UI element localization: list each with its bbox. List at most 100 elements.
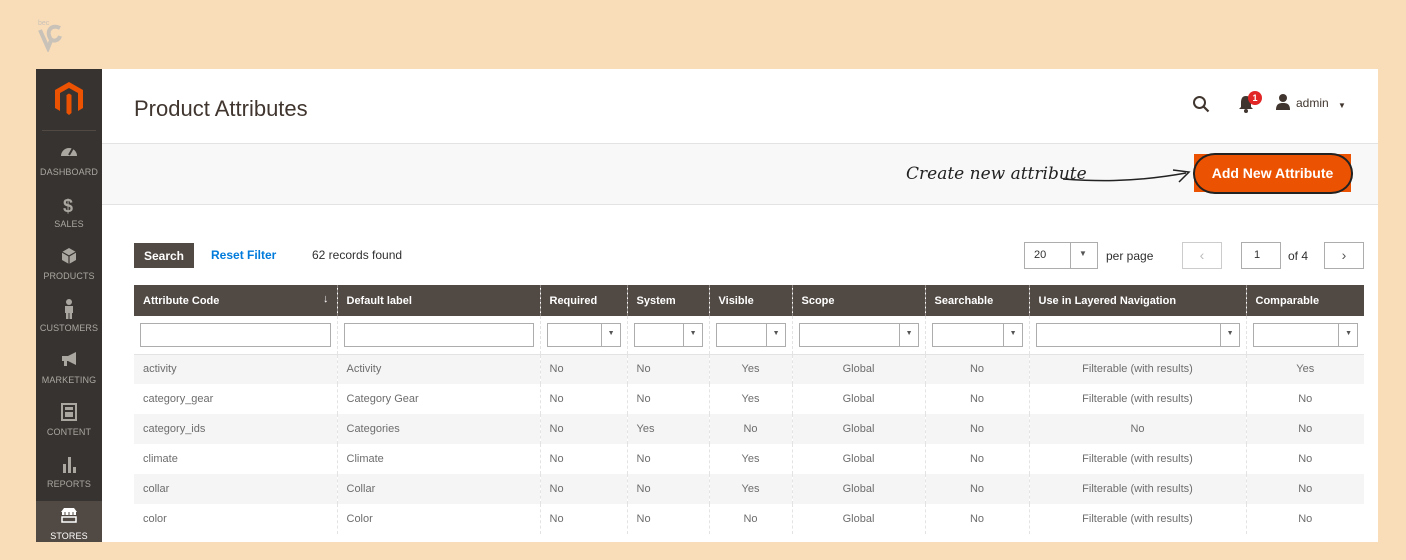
cell-scope: Global — [792, 504, 926, 534]
column-header-attribute-code[interactable]: Attribute Code ↓ — [134, 285, 338, 316]
sidebar-item-stores[interactable]: STORES — [36, 501, 102, 542]
chevron-down-icon[interactable]: ▼ — [1338, 101, 1346, 110]
column-header-system[interactable]: System — [627, 285, 710, 316]
svg-text:bec: bec — [38, 20, 50, 27]
table-row[interactable]: climate Climate No No Yes Global No Filt… — [134, 444, 1364, 474]
chevron-down-icon[interactable]: ▼ — [1079, 249, 1087, 258]
cell-comparable: No — [1246, 414, 1364, 444]
cell-default-label: Activity — [337, 354, 541, 384]
sidebar-item-dashboard[interactable]: DASHBOARD — [36, 137, 102, 189]
filter-system-select[interactable]: ▼ — [633, 322, 703, 347]
sidebar-item-products[interactable]: PRODUCTS — [36, 241, 102, 293]
column-header-default-label[interactable]: Default label — [337, 285, 541, 316]
filter-comparable-select[interactable]: ▼ — [1252, 322, 1358, 347]
filter-required-select[interactable]: ▼ — [546, 322, 621, 347]
chevron-down-icon: ▼ — [1009, 329, 1017, 337]
cell-required: No — [540, 444, 628, 474]
page-number-input[interactable]: 1 — [1241, 242, 1281, 269]
column-header-required[interactable]: Required — [540, 285, 628, 316]
filter-default-label-input[interactable] — [343, 322, 534, 347]
sidebar-item-customers[interactable]: CUSTOMERS — [36, 293, 102, 345]
cell-default-label: Categories — [337, 414, 541, 444]
cell-visible: No — [709, 414, 793, 444]
cell-required: No — [540, 384, 628, 414]
cell-required: No — [540, 414, 628, 444]
cell-scope: Global — [792, 474, 926, 504]
search-icon[interactable] — [1192, 95, 1210, 113]
cell-scope: Global — [792, 384, 926, 414]
search-button[interactable]: Search — [134, 243, 194, 268]
sidebar-item-label: DASHBOARD — [40, 167, 98, 177]
cell-system: No — [627, 504, 710, 534]
table-row[interactable]: collar Collar No No Yes Global No Filter… — [134, 474, 1364, 504]
sidebar-item-sales[interactable]: $ SALES — [36, 189, 102, 241]
layout-icon — [36, 403, 102, 425]
cell-scope: Global — [792, 444, 926, 474]
cell-searchable: No — [925, 384, 1030, 414]
chevron-left-icon: ‹ — [1199, 247, 1205, 263]
filter-layered-navigation-select[interactable]: ▼ — [1035, 322, 1240, 347]
cell-layered-navigation: Filterable (with results) — [1029, 384, 1247, 414]
chevron-down-icon: ▼ — [607, 329, 615, 337]
dollar-icon: $ — [36, 195, 102, 217]
column-header-scope[interactable]: Scope — [792, 285, 926, 316]
sidebar-item-label: REPORTS — [46, 479, 92, 489]
next-page-button[interactable]: › — [1324, 242, 1364, 269]
reset-filter-link[interactable]: Reset Filter — [211, 248, 276, 262]
user-icon[interactable] — [1276, 94, 1290, 110]
cell-attribute-code: category_gear — [134, 384, 338, 414]
cell-comparable: No — [1298, 393, 1313, 405]
cell-system: No — [627, 444, 710, 474]
cell-attribute-code: color — [134, 504, 338, 534]
add-new-attribute-button[interactable]: Add New Attribute — [1194, 154, 1351, 192]
admin-user-menu[interactable]: admin — [1296, 96, 1329, 110]
column-header-comparable[interactable]: Comparable — [1246, 285, 1364, 316]
sort-arrow-icon: ↓ — [323, 293, 329, 305]
cell-required: No — [540, 354, 628, 384]
cell-system: No — [627, 384, 710, 414]
chevron-down-icon: ▼ — [772, 329, 780, 337]
table-row[interactable]: category_gear Category Gear No No Yes Gl… — [134, 384, 1364, 414]
cell-attribute-code: climate — [134, 444, 338, 474]
chevron-down-icon: ▼ — [1345, 329, 1352, 337]
notification-badge: 1 — [1248, 91, 1262, 105]
dashboard-icon — [36, 143, 102, 165]
cell-default-label: Climate — [337, 444, 541, 474]
cell-layered-navigation: Filterable (with results) — [1029, 444, 1247, 474]
filter-attribute-code-input[interactable] — [140, 322, 331, 347]
cell-comparable: No — [1246, 474, 1364, 504]
per-page-label: per page — [1106, 249, 1154, 263]
cell-scope: Global — [792, 414, 926, 444]
corner-logo-icon: bec — [38, 20, 62, 52]
per-page-value: 20 — [1034, 249, 1047, 261]
cell-visible: Yes — [709, 474, 793, 504]
cell-visible: Yes — [709, 444, 793, 474]
admin-sidebar: DASHBOARD $ SALES PRODUCTS CUSTOMERS MAR… — [36, 69, 102, 542]
megaphone-icon — [36, 351, 102, 373]
table-row[interactable]: color Color No No No Global No Filterabl… — [134, 504, 1364, 534]
sidebar-item-reports[interactable]: REPORTS — [36, 449, 102, 501]
column-header-searchable[interactable]: Searchable — [925, 285, 1030, 316]
filter-searchable-select[interactable]: ▼ — [931, 322, 1023, 347]
column-header-layered-navigation[interactable]: Use in Layered Navigation — [1029, 285, 1247, 316]
cell-searchable: No — [925, 414, 1030, 444]
sidebar-item-content[interactable]: CONTENT — [36, 397, 102, 449]
column-header-visible[interactable]: Visible — [709, 285, 793, 316]
table-row[interactable]: activity Activity No No Yes Global No Fi… — [134, 354, 1364, 384]
previous-page-button[interactable]: ‹ — [1182, 242, 1222, 269]
sidebar-item-label: MARKETING — [41, 375, 97, 385]
cell-comparable: No — [1298, 453, 1313, 465]
cell-attribute-code: activity — [134, 354, 338, 384]
filter-scope-select[interactable]: ▼ — [798, 322, 919, 347]
store-icon — [36, 507, 102, 529]
magento-logo-icon[interactable] — [53, 81, 85, 117]
table-row[interactable]: category_ids Categories No Yes No Global… — [134, 414, 1364, 444]
cell-default-label: Color — [337, 504, 541, 534]
sidebar-item-marketing[interactable]: MARKETING — [36, 345, 102, 397]
cell-system: Yes — [627, 414, 710, 444]
filter-visible-select[interactable]: ▼ — [715, 322, 786, 347]
records-count: 62 records found — [312, 248, 403, 262]
cell-layered-navigation: Filterable (with results) — [1029, 354, 1247, 384]
cell-searchable: No — [925, 354, 1030, 384]
cube-icon — [36, 247, 102, 269]
